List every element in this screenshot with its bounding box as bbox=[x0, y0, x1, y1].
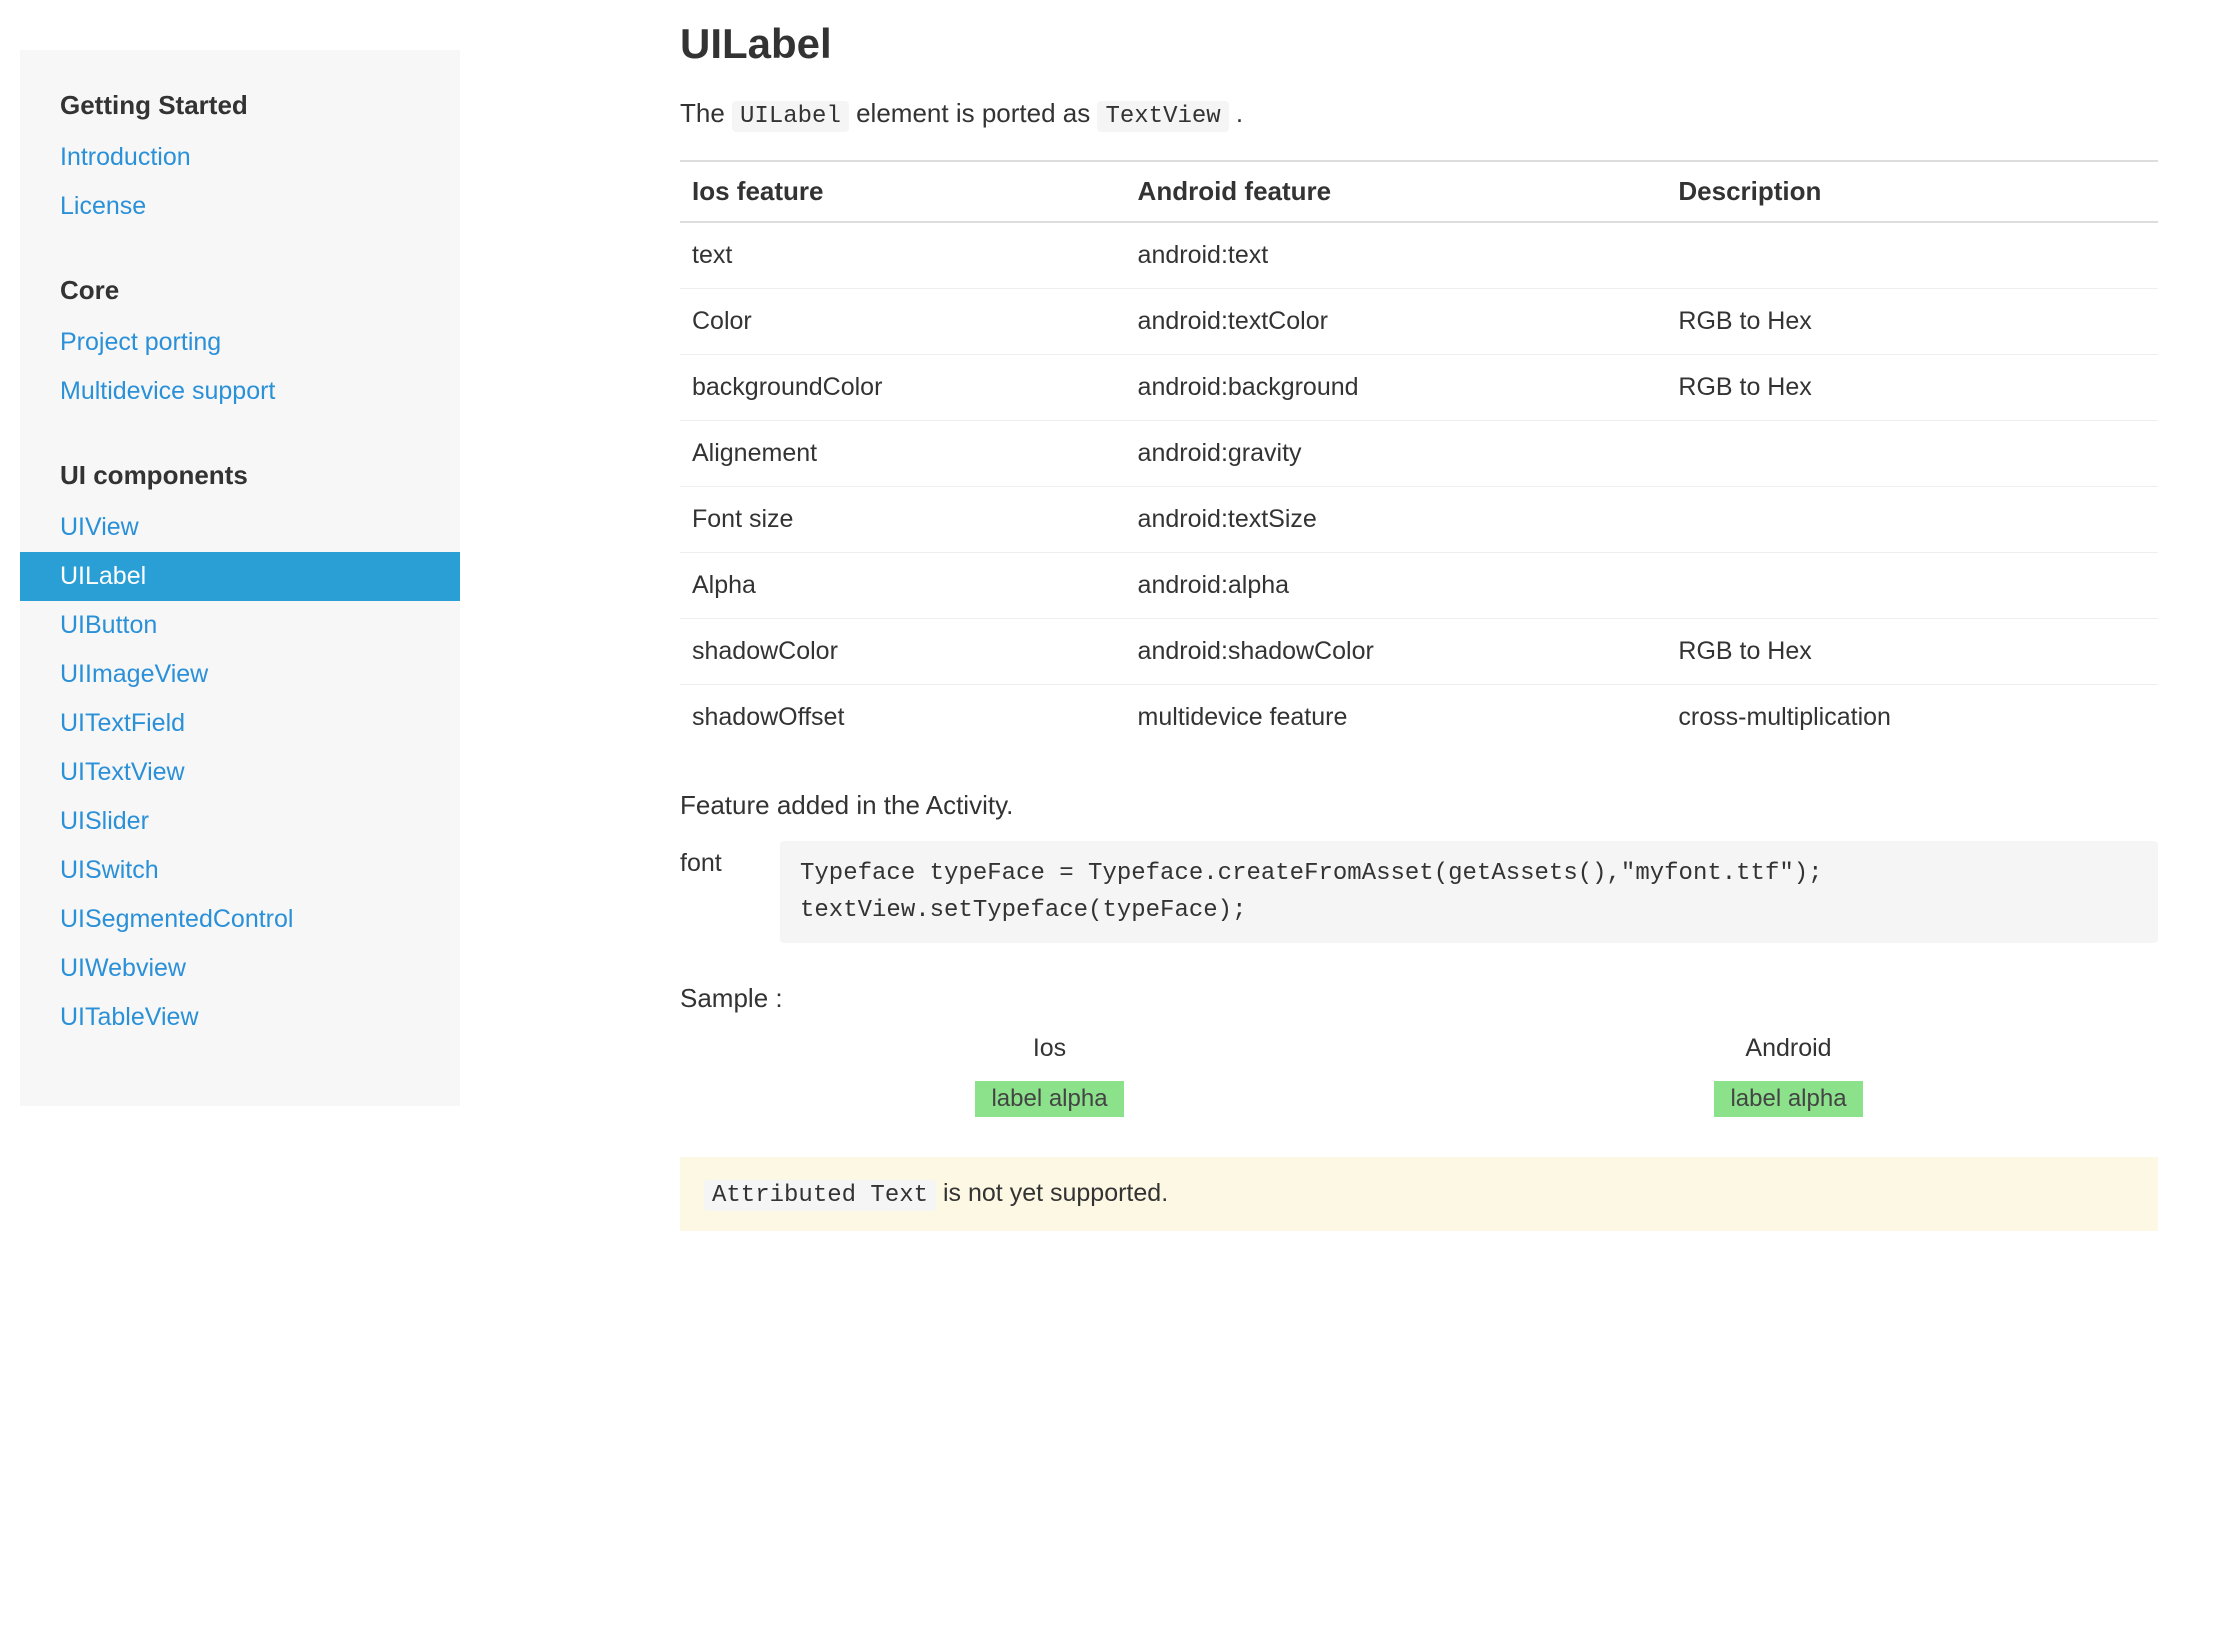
table-cell: RGB to Hex bbox=[1666, 619, 2158, 685]
sidebar-item-uibutton[interactable]: UIButton bbox=[20, 601, 460, 650]
sample-title: Ios bbox=[680, 1034, 1419, 1063]
table-row: Colorandroid:textColorRGB to Hex bbox=[680, 289, 2158, 355]
table-cell: Color bbox=[680, 289, 1126, 355]
table-row: textandroid:text bbox=[680, 222, 2158, 289]
samples-row: Ios label alpha Android label alpha bbox=[680, 1034, 2158, 1117]
table-cell: android:shadowColor bbox=[1126, 619, 1667, 685]
sidebar-item-uisegmentedcontrol[interactable]: UISegmentedControl bbox=[20, 895, 460, 944]
sample-column: Android label alpha bbox=[1419, 1034, 2158, 1117]
table-header: Ios feature bbox=[680, 161, 1126, 222]
intro-text-mid: element is ported as bbox=[856, 98, 1097, 128]
sidebar-item-uiimageview[interactable]: UIImageView bbox=[20, 650, 460, 699]
table-cell: android:textSize bbox=[1126, 487, 1667, 553]
sidebar-item-uilabel[interactable]: UILabel bbox=[20, 552, 460, 601]
sidebar-heading: Getting Started bbox=[20, 80, 460, 133]
intro-text-suffix: . bbox=[1236, 98, 1243, 128]
sidebar-item-uiview[interactable]: UIView bbox=[20, 503, 460, 552]
table-cell bbox=[1666, 421, 2158, 487]
table-cell: android:text bbox=[1126, 222, 1667, 289]
table-cell: Alignement bbox=[680, 421, 1126, 487]
sample-label: Sample : bbox=[680, 983, 2158, 1014]
table-row: Font sizeandroid:textSize bbox=[680, 487, 2158, 553]
intro-text-prefix: The bbox=[680, 98, 732, 128]
sample-badge: label alpha bbox=[1714, 1081, 1862, 1117]
sidebar-item-multidevice-support[interactable]: Multidevice support bbox=[20, 367, 460, 416]
table-cell: RGB to Hex bbox=[1666, 289, 2158, 355]
table-row: Alignementandroid:gravity bbox=[680, 421, 2158, 487]
sample-column: Ios label alpha bbox=[680, 1034, 1419, 1117]
table-row: shadowOffsetmultidevice featurecross-mul… bbox=[680, 685, 2158, 751]
sidebar-item-license[interactable]: License bbox=[20, 182, 460, 231]
sidebar-item-uitextview[interactable]: UITextView bbox=[20, 748, 460, 797]
table-cell: android:textColor bbox=[1126, 289, 1667, 355]
table-cell: text bbox=[680, 222, 1126, 289]
sidebar-item-uislider[interactable]: UISlider bbox=[20, 797, 460, 846]
sidebar-item-uiwebview[interactable]: UIWebview bbox=[20, 944, 460, 993]
sidebar-item-introduction[interactable]: Introduction bbox=[20, 133, 460, 182]
feature-table: Ios featureAndroid featureDescription te… bbox=[680, 160, 2158, 750]
intro-code-uilabel: UILabel bbox=[732, 101, 849, 132]
table-header: Android feature bbox=[1126, 161, 1667, 222]
sidebar-item-uitextfield[interactable]: UITextField bbox=[20, 699, 460, 748]
table-cell: shadowColor bbox=[680, 619, 1126, 685]
table-cell: RGB to Hex bbox=[1666, 355, 2158, 421]
table-cell bbox=[1666, 553, 2158, 619]
sidebar-item-project-porting[interactable]: Project porting bbox=[20, 318, 460, 367]
main-content: UILabel The UILabel element is ported as… bbox=[680, 20, 2198, 1231]
sample-title: Android bbox=[1419, 1034, 2158, 1063]
intro-code-textview: TextView bbox=[1097, 101, 1228, 132]
table-cell: backgroundColor bbox=[680, 355, 1126, 421]
activity-paragraph: Feature added in the Activity. bbox=[680, 790, 2158, 821]
table-row: Alphaandroid:alpha bbox=[680, 553, 2158, 619]
table-cell: shadowOffset bbox=[680, 685, 1126, 751]
table-cell: android:gravity bbox=[1126, 421, 1667, 487]
table-row: shadowColorandroid:shadowColorRGB to Hex bbox=[680, 619, 2158, 685]
sidebar-heading: Core bbox=[20, 265, 460, 318]
table-row: backgroundColorandroid:backgroundRGB to … bbox=[680, 355, 2158, 421]
note-code: Attributed Text bbox=[704, 1180, 936, 1211]
table-cell: cross-multiplication bbox=[1666, 685, 2158, 751]
sample-badge: label alpha bbox=[975, 1081, 1123, 1117]
code-label: font bbox=[680, 841, 780, 878]
note-box: Attributed Text is not yet supported. bbox=[680, 1157, 2158, 1231]
sidebar-item-uiswitch[interactable]: UISwitch bbox=[20, 846, 460, 895]
table-cell bbox=[1666, 487, 2158, 553]
intro-paragraph: The UILabel element is ported as TextVie… bbox=[680, 98, 2158, 130]
table-cell bbox=[1666, 222, 2158, 289]
table-cell: android:background bbox=[1126, 355, 1667, 421]
sidebar-nav: Getting StartedIntroductionLicense CorePr… bbox=[20, 50, 460, 1106]
sidebar-item-uitableview[interactable]: UITableView bbox=[20, 993, 460, 1042]
table-cell: android:alpha bbox=[1126, 553, 1667, 619]
page-title: UILabel bbox=[680, 20, 2158, 68]
code-example-row: font Typeface typeFace = Typeface.create… bbox=[680, 841, 2158, 943]
code-block: Typeface typeFace = Typeface.createFromA… bbox=[780, 841, 2158, 943]
table-cell: Font size bbox=[680, 487, 1126, 553]
table-cell: multidevice feature bbox=[1126, 685, 1667, 751]
table-cell: Alpha bbox=[680, 553, 1126, 619]
note-text: is not yet supported. bbox=[943, 1179, 1168, 1207]
sidebar-heading: UI components bbox=[20, 450, 460, 503]
table-header: Description bbox=[1666, 161, 2158, 222]
